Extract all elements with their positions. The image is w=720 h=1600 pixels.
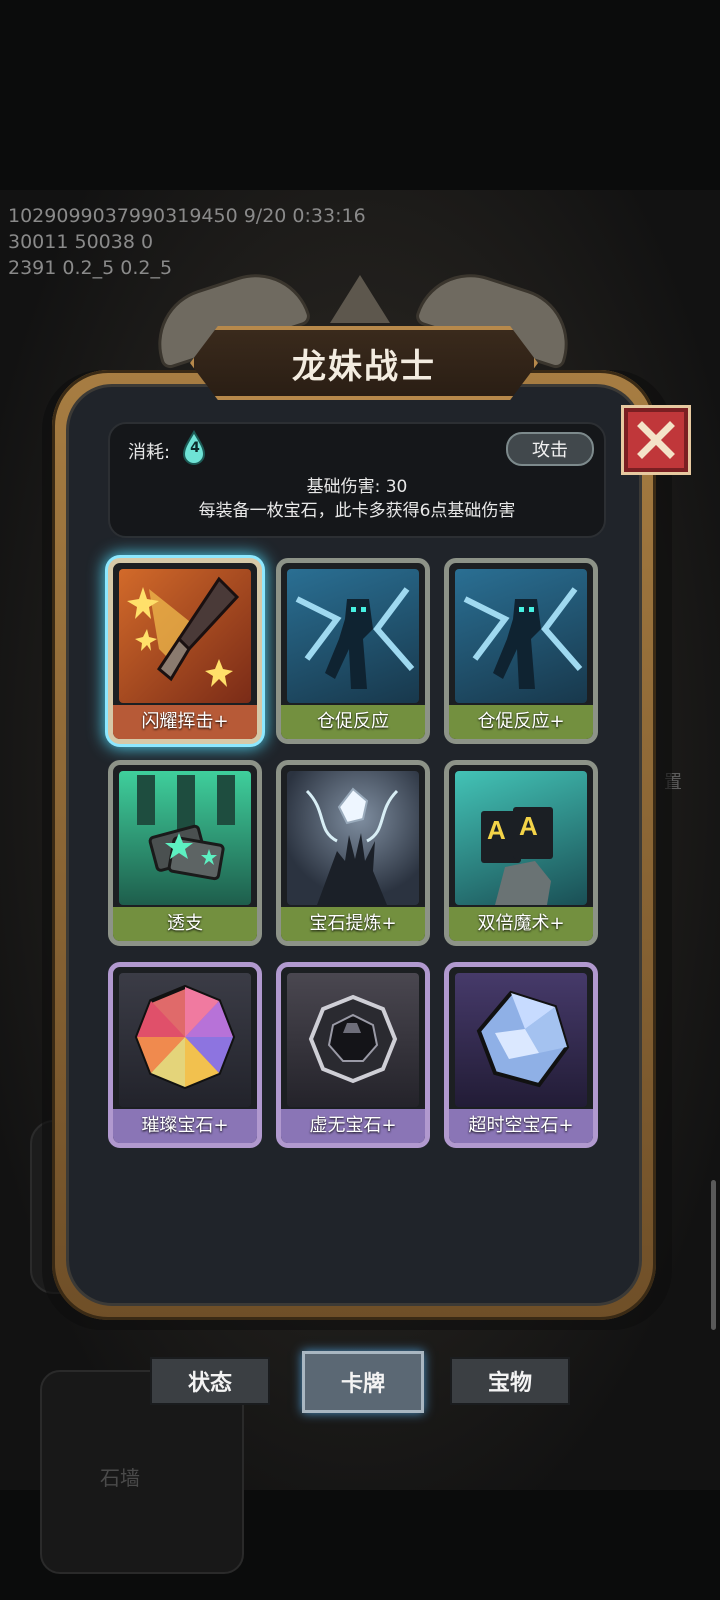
card-gem-refine[interactable]: 宝石提炼+ (276, 760, 430, 946)
debug-overlay: 1029099037990319450 9/20 0:33:16 30011 5… (8, 203, 366, 281)
card-overdraw[interactable]: 透支 (108, 760, 262, 946)
card-art (119, 973, 251, 1107)
dagger-sparkle-icon (127, 576, 240, 687)
debug-line: 1029099037990319450 9/20 0:33:16 (8, 205, 366, 227)
card-name: 仓促反应 (281, 705, 425, 739)
card-art (287, 973, 419, 1107)
runner-figure-icon (295, 587, 415, 689)
card-name: 璀璨宝石+ (113, 1109, 257, 1143)
card-name: 闪耀挥击+ (113, 705, 257, 739)
time-gem-icon (476, 990, 570, 1088)
hand-crystal-icon (305, 787, 399, 905)
close-x-icon (637, 421, 675, 459)
card-void-gem[interactable]: 虚无宝石+ (276, 962, 430, 1148)
svg-text:A: A (487, 815, 506, 845)
card-stack-icon (137, 775, 235, 881)
debug-line: 2391 0.2_5 0.2_5 (8, 257, 173, 279)
card-hasty-reaction-plus[interactable]: 仓促反应+ (444, 558, 598, 744)
dialog-title: 龙妹战士 (292, 346, 436, 387)
card-name: 透支 (113, 907, 257, 941)
card-name: 仓促反应+ (449, 705, 593, 739)
tab-cards[interactable]: 卡牌 (302, 1351, 424, 1413)
debug-line: 30011 50038 0 (8, 231, 154, 253)
card-art (455, 973, 587, 1107)
runner-figure-icon (463, 587, 583, 689)
card-name: 虚无宝石+ (281, 1109, 425, 1143)
bottom-tabs: 状态 卡牌 宝物 (150, 1351, 570, 1413)
svg-text:A: A (519, 811, 538, 841)
cost-value: 4 (190, 440, 200, 456)
card-hasty-reaction[interactable]: 仓促反应 (276, 558, 430, 744)
double-ace-icon: A A (481, 807, 553, 905)
frame-peak (330, 275, 390, 323)
cost-label: 消耗: (128, 442, 171, 463)
card-double-magic[interactable]: A A 双倍魔术+ (444, 760, 598, 946)
card-art (287, 771, 419, 905)
card-name: 超时空宝石+ (449, 1109, 593, 1143)
card-shining-strike[interactable]: 闪耀挥击+ (108, 558, 262, 744)
card-name: 宝石提炼+ (281, 907, 425, 941)
rainbow-gem-icon (134, 984, 236, 1090)
background-wall-label: 石墙 (100, 1466, 140, 1490)
card-type-tag: 攻击 (506, 432, 594, 466)
tab-status[interactable]: 状态 (150, 1357, 270, 1405)
tab-treasures[interactable]: 宝物 (450, 1357, 570, 1405)
card-description: 每装备一枚宝石，此卡多获得6点基础伤害 (198, 501, 516, 521)
card-brilliant-gem[interactable]: 璀璨宝石+ (108, 962, 262, 1148)
card-info-panel: 消耗: 4 攻击 基础伤害: 30 每装备一枚宝石，此卡多获得6点基础伤害 (108, 422, 606, 538)
card-art (119, 771, 251, 905)
close-button[interactable] (624, 408, 688, 472)
card-name: 双倍魔术+ (449, 907, 593, 941)
card-art (455, 569, 587, 703)
card-art: A A (455, 771, 587, 905)
void-gem-icon (308, 994, 398, 1084)
title-plate: 龙妹战士 (190, 326, 538, 400)
base-damage-text: 基础伤害: 30 (306, 477, 408, 497)
card-art (119, 569, 251, 703)
scrollbar[interactable] (711, 1180, 716, 1330)
card-art (287, 569, 419, 703)
card-hyperspace-gem[interactable]: 超时空宝石+ (444, 962, 598, 1148)
